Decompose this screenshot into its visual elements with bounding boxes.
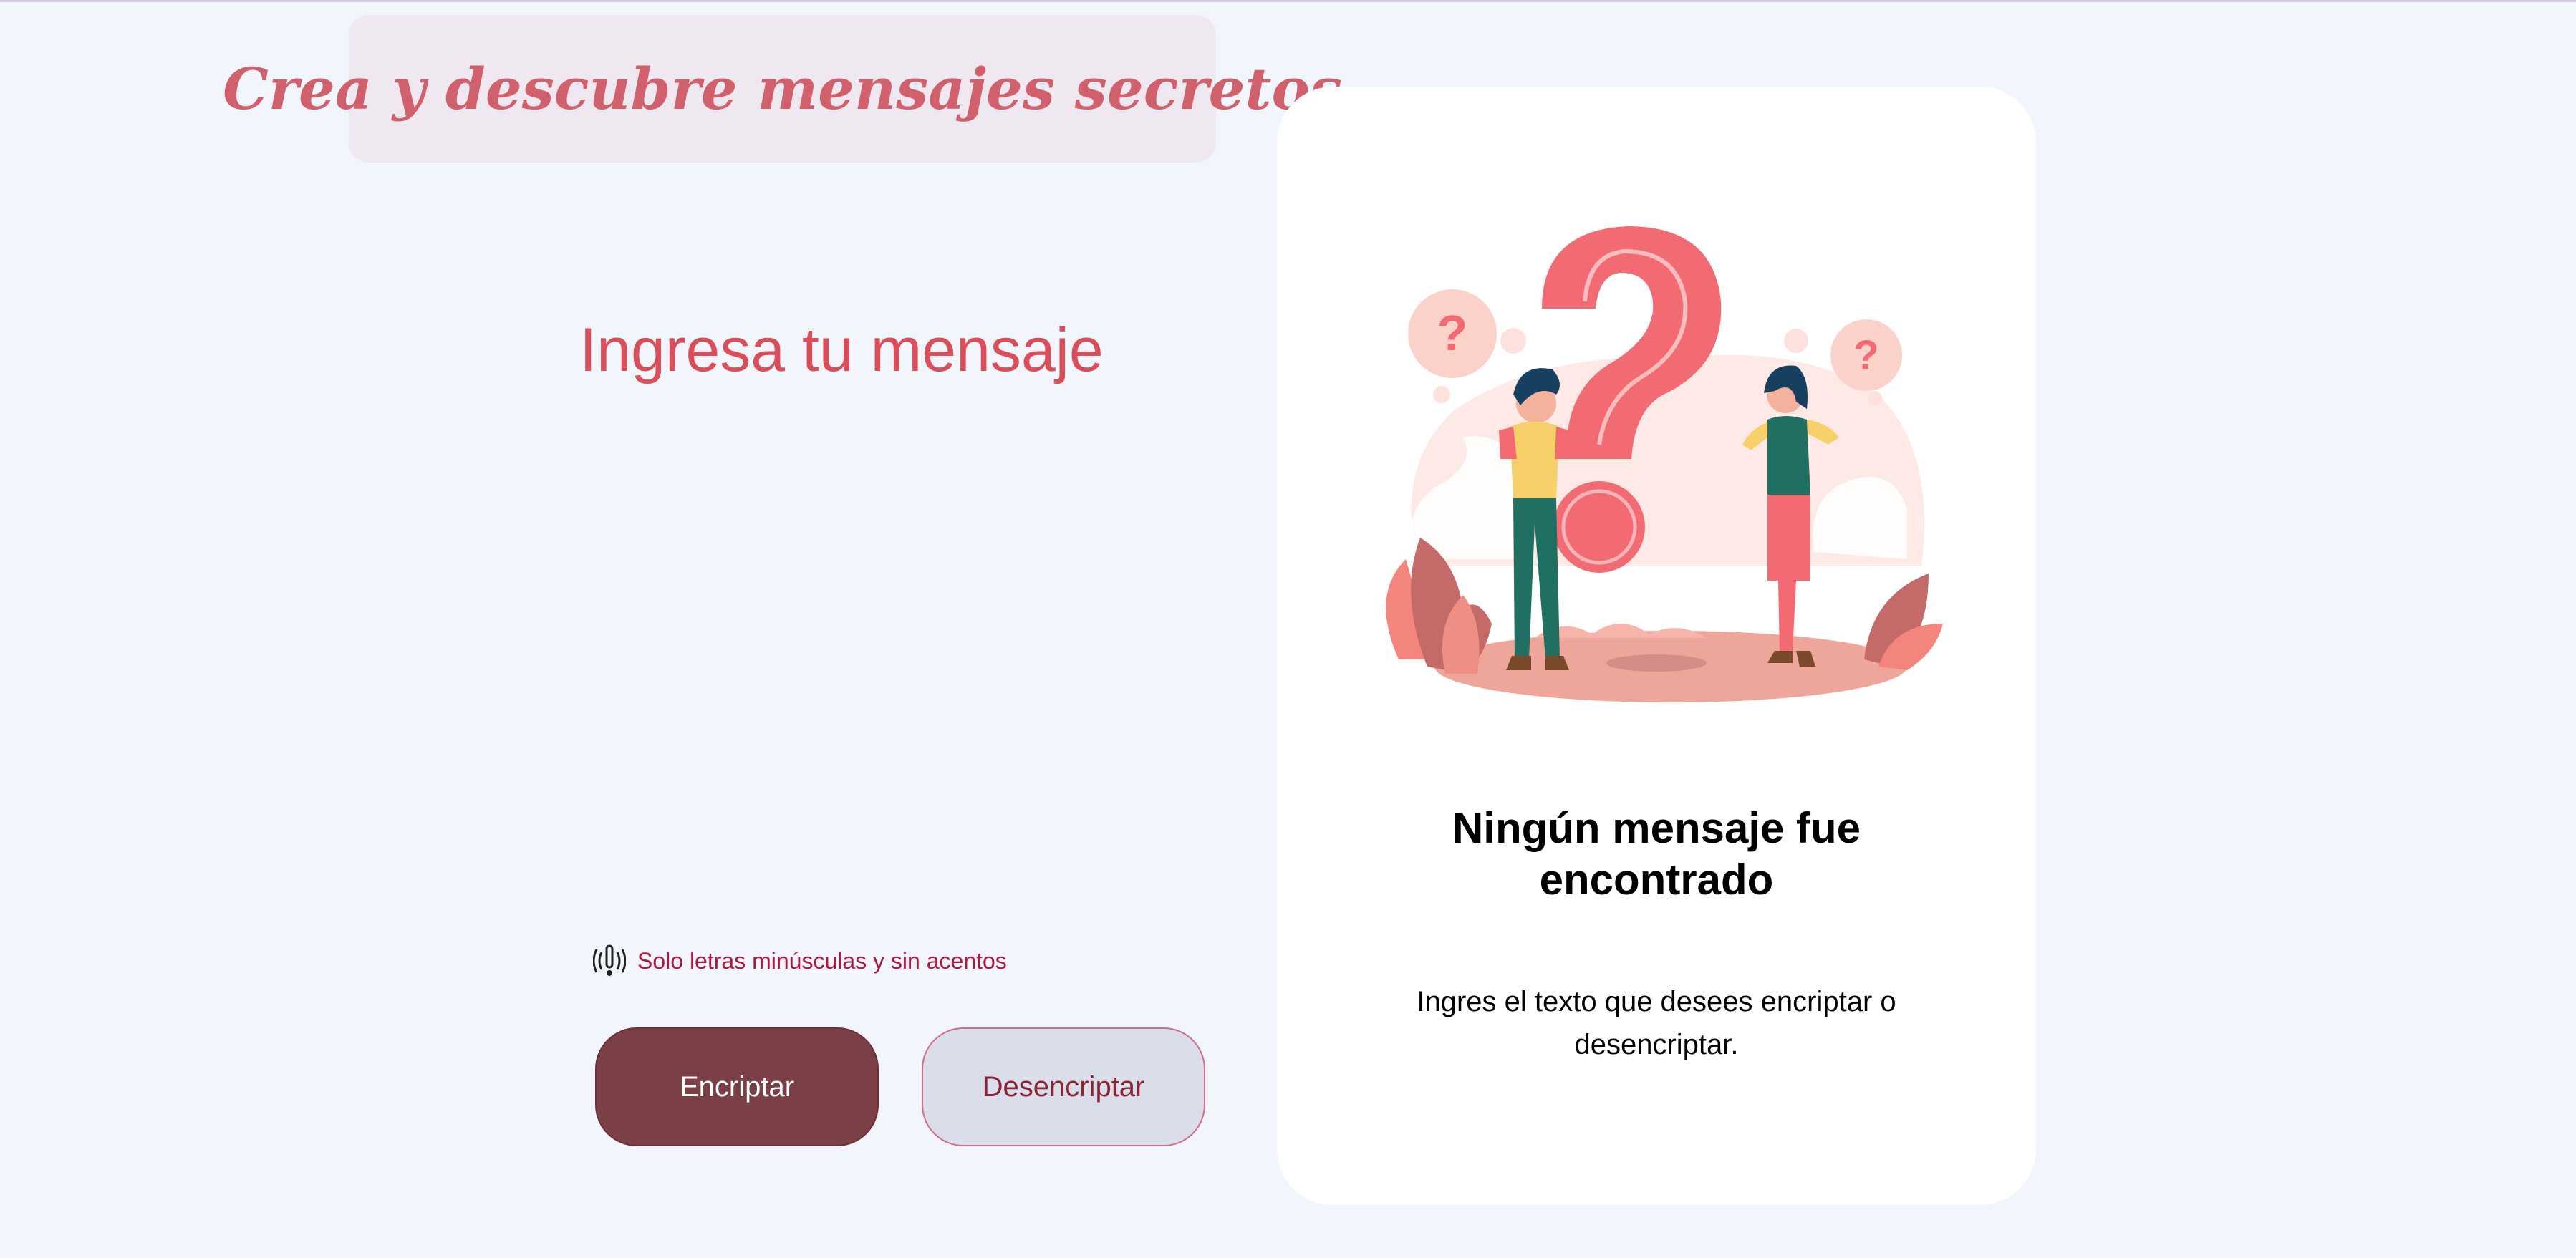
hint-row: Solo letras minúsculas y sin acentos [593,944,1007,978]
encrypt-button[interactable]: Encriptar [595,1027,879,1146]
alert-icon [593,944,626,976]
input-prompt: Ingresa tu mensaje [579,316,1104,384]
output-title: Ningún mensaje fue encontrado [1452,804,1861,904]
svg-text:?: ? [1853,332,1878,379]
decrypt-button[interactable]: Desencriptar [922,1027,1205,1146]
output-card: ? ? Ningún mensaje fue encontrado Ingres… [1277,87,2036,1205]
question-people-illustration: ? ? [1386,226,1943,702]
top-border [0,0,2576,2]
svg-text:?: ? [1437,305,1468,361]
page-title: Crea y descubre mensajes secretos [223,55,1342,122]
message-input[interactable] [594,444,1185,891]
header-banner: Crea y descubre mensajes secretos [223,15,1342,163]
output-description: Ingres el texto que desees encriptar o d… [1417,986,1896,1060]
hint-text: Solo letras minúsculas y sin acentos [637,947,1007,974]
